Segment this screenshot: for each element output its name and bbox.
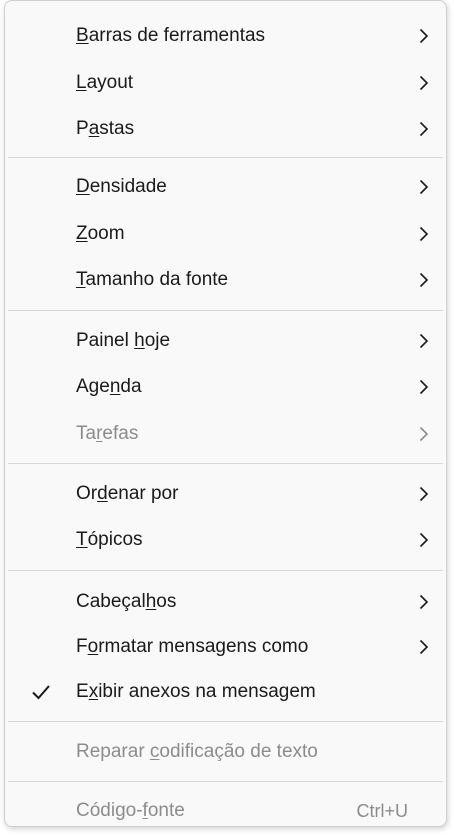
menu-item-label: Painel hoje [76, 330, 171, 351]
chevron-right-icon [419, 379, 429, 395]
chevron-right-icon [419, 75, 429, 91]
menu-item-label: Código-fonte [76, 800, 185, 821]
chevron-right-icon [419, 532, 429, 548]
menu-item-source-code[interactable]: Código-fonte Ctrl+U [5, 791, 446, 831]
menu-item-label: Exibir anexos na mensagem [76, 681, 316, 702]
menu-item-label: Tarefas [76, 423, 139, 444]
chevron-right-icon [419, 426, 429, 442]
menu-separator [8, 781, 443, 782]
menu-item-folders[interactable]: Pastas [5, 109, 446, 149]
menu-separator [8, 570, 443, 571]
menu-item-calendar[interactable]: Agenda [5, 367, 446, 407]
menu-item-label: Reparar codificação de texto [76, 741, 318, 762]
menu-item-zoom[interactable]: Zoom [5, 214, 446, 254]
menu-item-label: Tamanho da fonte [76, 269, 229, 290]
menu-item-label: Barras de ferramentas [76, 25, 266, 46]
checkmark-icon [32, 685, 50, 700]
keyboard-shortcut: Ctrl+U [356, 800, 408, 821]
chevron-right-icon [419, 226, 429, 242]
menu-separator [8, 157, 443, 158]
menu-separator [8, 721, 443, 722]
menu-separator [8, 463, 443, 464]
menu-item-label: Densidade [76, 176, 167, 197]
chevron-right-icon [419, 486, 429, 502]
menu-item-show-attachments[interactable]: Exibir anexos na mensagem [5, 672, 446, 712]
chevron-right-icon [419, 28, 429, 44]
menu-item-repair-text-encoding[interactable]: Reparar codificação de texto [5, 732, 446, 772]
menu-item-tasks[interactable]: Tarefas [5, 414, 446, 454]
chevron-right-icon [419, 639, 429, 655]
chevron-right-icon [419, 121, 429, 137]
chevron-right-icon [419, 594, 429, 610]
chevron-right-icon [419, 272, 429, 288]
menu-item-label: Layout [76, 72, 134, 93]
menu-item-font-size[interactable]: Tamanho da fonte [5, 260, 446, 300]
menu-item-today-pane[interactable]: Painel hoje [5, 321, 446, 361]
menu-item-label: Formatar mensagens como [76, 636, 309, 657]
menu-item-density[interactable]: Densidade [5, 167, 446, 207]
menu-item-layout[interactable]: Layout [5, 63, 446, 103]
menu-item-sort-by[interactable]: Ordenar por [5, 474, 446, 514]
menu-item-threads[interactable]: Tópicos [5, 520, 446, 560]
menu-item-format-messages[interactable]: Formatar mensagens como [5, 627, 446, 667]
menu-separator [8, 310, 443, 311]
menu-item-toolbars[interactable]: Barras de ferramentas [5, 16, 446, 56]
menu-item-label: Zoom [76, 223, 125, 244]
chevron-right-icon [419, 179, 429, 195]
menu-item-label: Agenda [76, 376, 142, 397]
menu-item-headers[interactable]: Cabeçalhos [5, 582, 446, 622]
menu-item-label: Cabeçalhos [76, 591, 177, 612]
menu-item-label: Tópicos [76, 529, 143, 550]
chevron-right-icon [419, 333, 429, 349]
menu-item-label: Ordenar por [76, 483, 179, 504]
menu-item-label: Pastas [76, 118, 135, 139]
context-menu: Barras de ferramentas Layout Pastas Dens… [4, 0, 447, 827]
